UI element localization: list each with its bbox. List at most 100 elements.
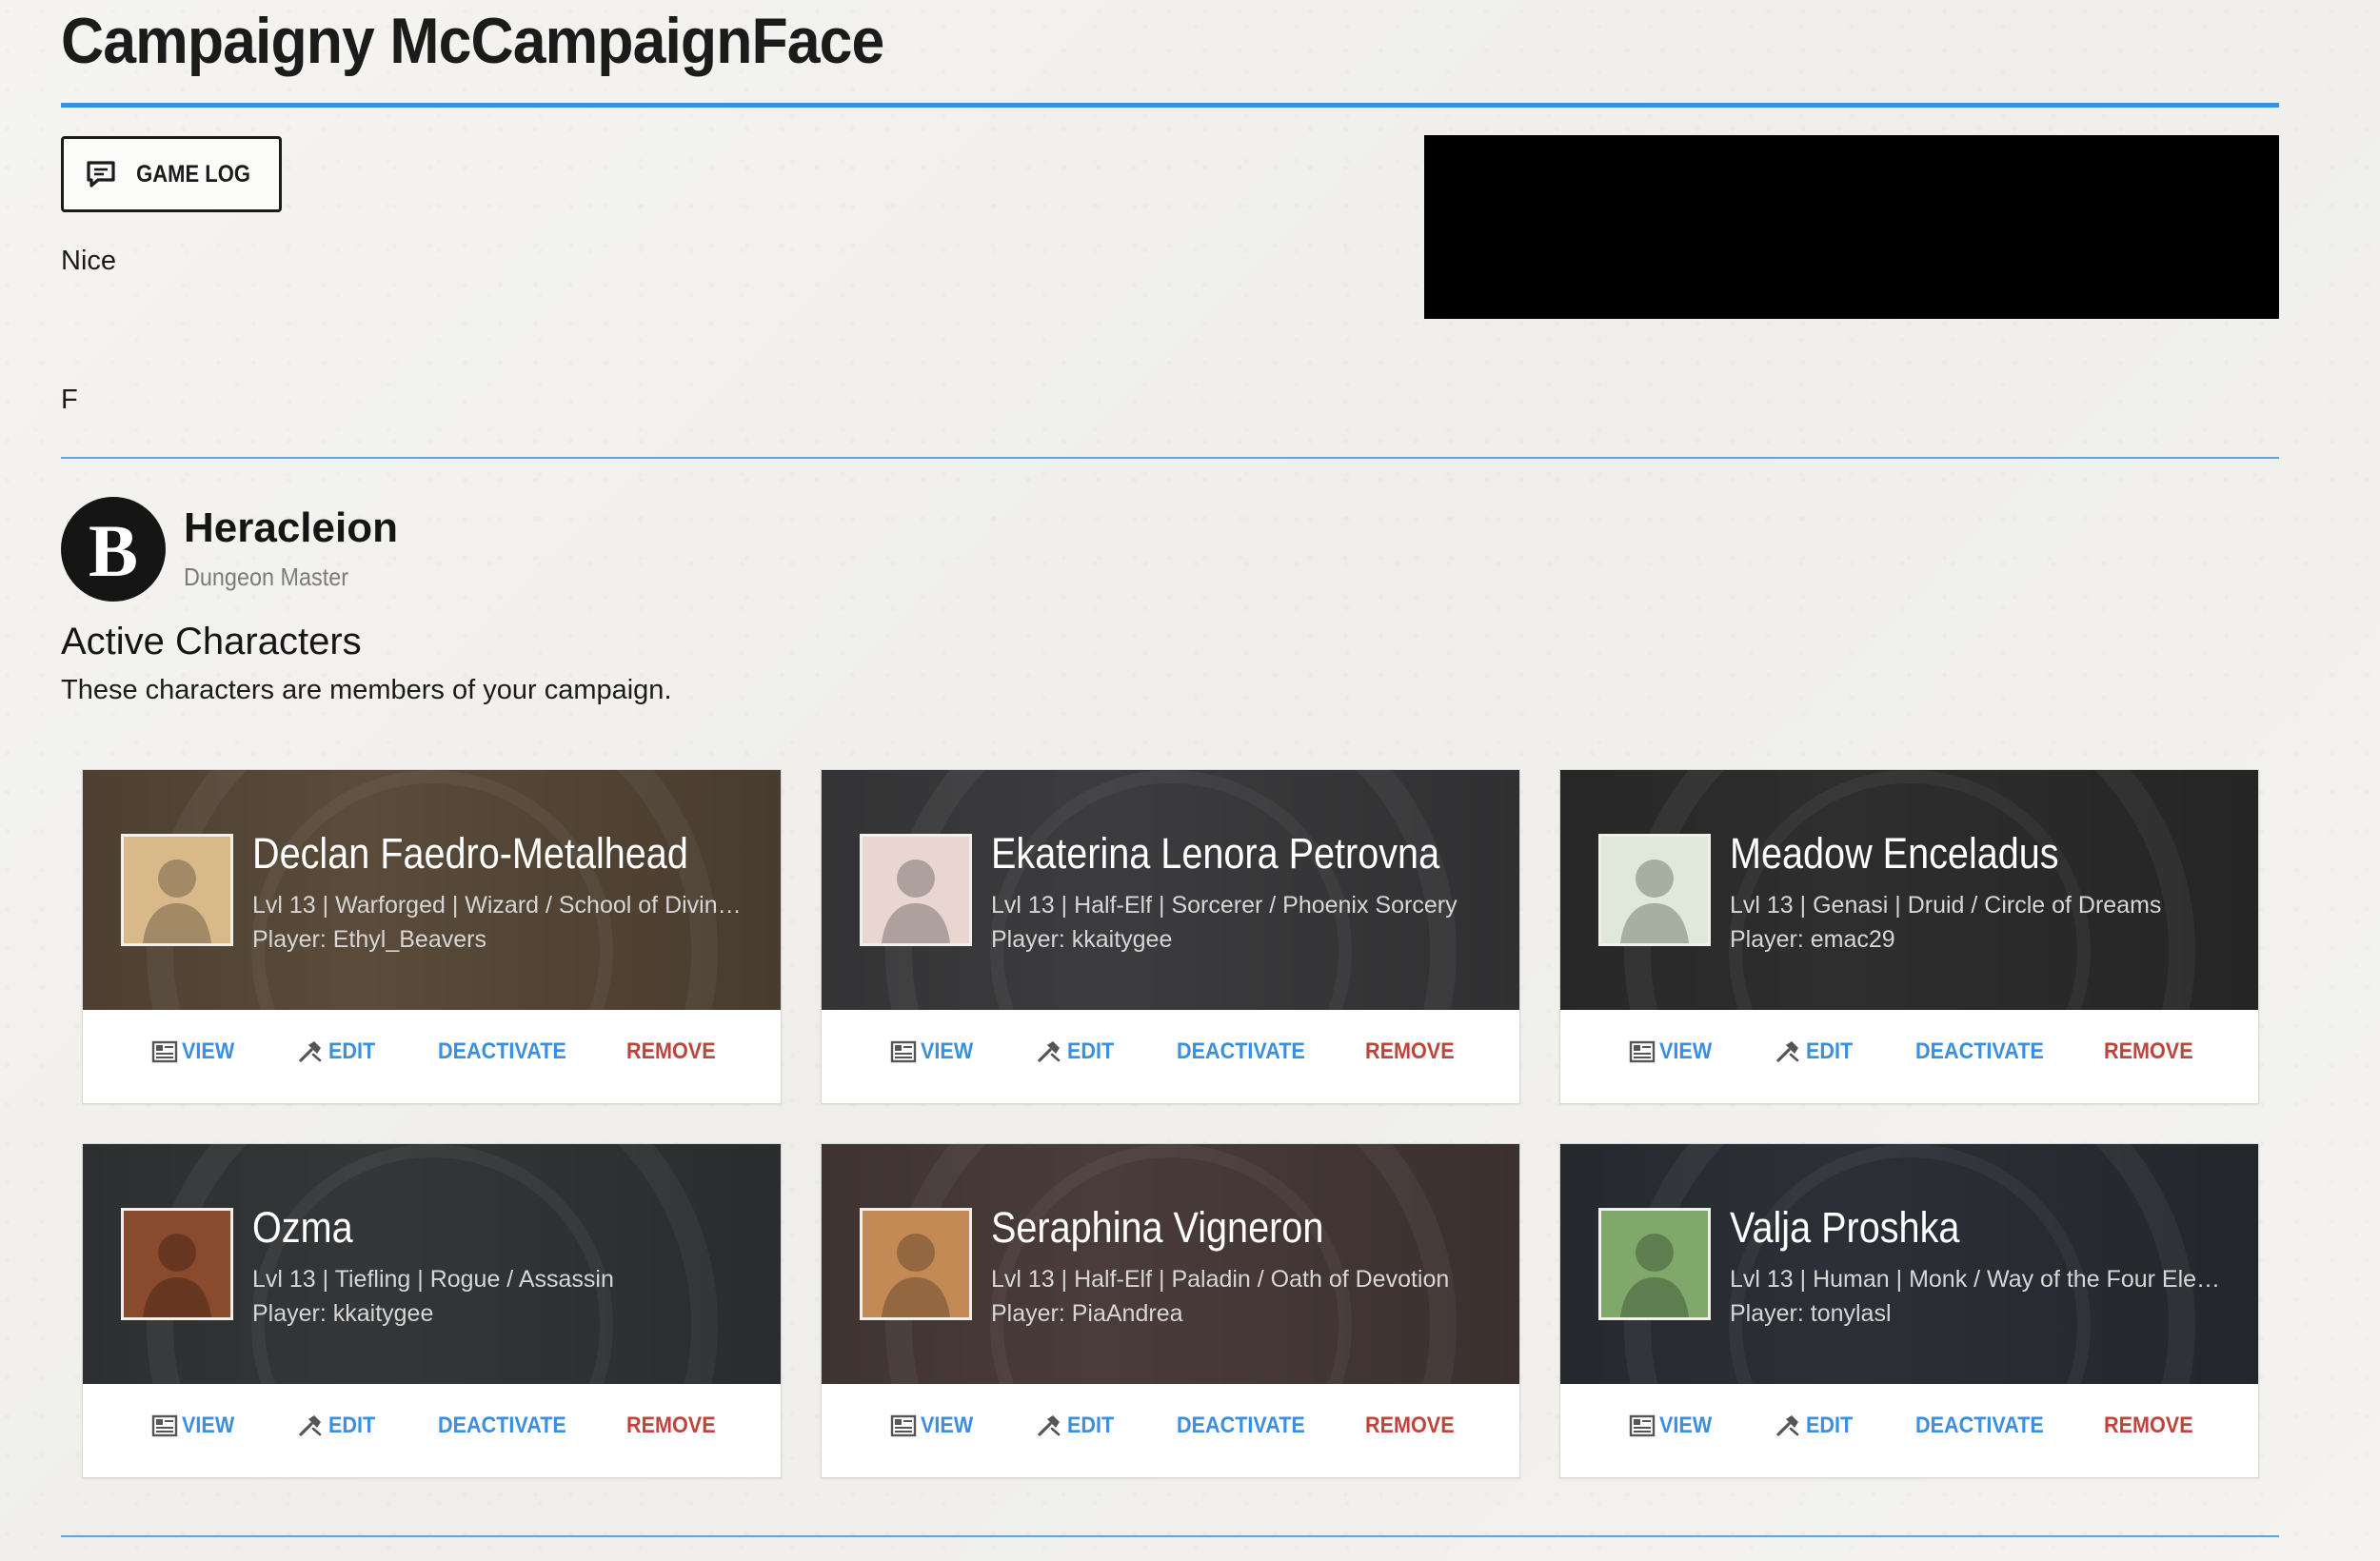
character-portrait[interactable] [860, 1208, 972, 1320]
edit-button[interactable]: EDIT [1037, 1038, 1120, 1065]
deactivate-button[interactable]: DEACTIVATE [438, 1038, 581, 1065]
character-player: Player: kkaitygee [252, 1300, 434, 1327]
deactivate-label: DEACTIVATE [1177, 1413, 1305, 1438]
view-button[interactable]: VIEW [1629, 1413, 1717, 1439]
dm-name: Heracleion [184, 504, 398, 551]
character-summary: Lvl 13 | Half-Elf | Sorcerer / Phoenix S… [991, 892, 1458, 919]
edit-button[interactable]: EDIT [298, 1038, 381, 1065]
remove-button[interactable]: REMOVE [626, 1038, 725, 1065]
character-card-header[interactable]: Valja Proshka Lvl 13 | Human | Monk / Way… [1560, 1144, 2258, 1384]
deactivate-button[interactable]: DEACTIVATE [1915, 1038, 2058, 1065]
remove-label: REMOVE [2104, 1413, 2193, 1438]
character-summary: Lvl 13 | Warforged | Wizard / School of … [252, 892, 747, 919]
character-card-header[interactable]: Ozma Lvl 13 | Tiefling | Rogue / Assassin… [83, 1144, 781, 1384]
edit-hammer-icon [1776, 1041, 1799, 1062]
deactivate-label: DEACTIVATE [1915, 1038, 2044, 1064]
character-card: Meadow Enceladus Lvl 13 | Genasi | Druid … [1559, 769, 2259, 1104]
edit-label: EDIT [1067, 1038, 1115, 1064]
sheet-icon [890, 1414, 917, 1437]
view-label: VIEW [182, 1413, 235, 1438]
character-name[interactable]: Ozma [252, 1203, 353, 1253]
edit-button[interactable]: EDIT [1775, 1038, 1858, 1065]
view-button[interactable]: VIEW [890, 1413, 979, 1439]
character-card: Valja Proshka Lvl 13 | Human | Monk / Way… [1559, 1143, 2259, 1478]
game-log-label: GAME LOG [136, 160, 250, 188]
portrait-image [124, 1211, 230, 1317]
sheet-icon [1629, 1040, 1656, 1063]
character-summary: Lvl 13 | Half-Elf | Paladin / Oath of De… [991, 1266, 1450, 1293]
character-player: Player: PiaAndrea [991, 1300, 1183, 1327]
character-card-actions: VIEW EDIT DEACTIVATE REMOVE [822, 1010, 1519, 1105]
deactivate-button[interactable]: DEACTIVATE [438, 1413, 581, 1439]
view-button[interactable]: VIEW [1629, 1038, 1717, 1065]
section-divider [61, 457, 2279, 459]
character-card-header[interactable]: Seraphina Vigneron Lvl 13 | Half-Elf | Pa… [822, 1144, 1519, 1384]
view-button[interactable]: VIEW [890, 1038, 979, 1065]
character-name[interactable]: Seraphina Vigneron [991, 1203, 1323, 1253]
view-label: VIEW [921, 1413, 974, 1438]
character-portrait[interactable] [860, 834, 972, 946]
character-card-header[interactable]: Declan Faedro-Metalhead Lvl 13 | Warforge… [83, 770, 781, 1010]
edit-hammer-icon [1038, 1415, 1061, 1436]
remove-button[interactable]: REMOVE [1365, 1413, 1464, 1439]
deactivate-label: DEACTIVATE [1915, 1413, 2044, 1438]
character-player: Player: kkaitygee [991, 926, 1173, 953]
title-divider [61, 103, 2279, 108]
game-log-button[interactable]: GAME LOG [61, 136, 282, 212]
remove-button[interactable]: REMOVE [2104, 1413, 2203, 1439]
edit-hammer-icon [299, 1415, 322, 1436]
character-name[interactable]: Meadow Enceladus [1730, 829, 2059, 879]
remove-label: REMOVE [1365, 1413, 1455, 1438]
edit-label: EDIT [1067, 1413, 1115, 1438]
character-name[interactable]: Valja Proshka [1730, 1203, 1959, 1253]
deactivate-button[interactable]: DEACTIVATE [1177, 1413, 1319, 1439]
section-divider [61, 1535, 2279, 1537]
character-card: Seraphina Vigneron Lvl 13 | Half-Elf | Pa… [821, 1143, 1520, 1478]
character-portrait[interactable] [121, 1208, 233, 1320]
edit-button[interactable]: EDIT [1775, 1413, 1858, 1439]
character-card-actions: VIEW EDIT DEACTIVATE REMOVE [1560, 1010, 2258, 1105]
campaign-description-line: Nice [61, 246, 117, 276]
edit-button[interactable]: EDIT [1037, 1413, 1120, 1439]
remove-label: REMOVE [1365, 1038, 1455, 1064]
campaign-title: Campaigny McCampaignFace [61, 5, 884, 77]
character-card-actions: VIEW EDIT DEACTIVATE REMOVE [822, 1384, 1519, 1479]
view-label: VIEW [1659, 1413, 1713, 1438]
remove-button[interactable]: REMOVE [2104, 1038, 2203, 1065]
edit-label: EDIT [328, 1038, 376, 1064]
character-card-actions: VIEW EDIT DEACTIVATE REMOVE [1560, 1384, 2258, 1479]
remove-label: REMOVE [626, 1038, 716, 1064]
deactivate-button[interactable]: DEACTIVATE [1177, 1038, 1319, 1065]
edit-label: EDIT [1806, 1413, 1854, 1438]
character-portrait[interactable] [121, 834, 233, 946]
view-label: VIEW [1659, 1038, 1713, 1064]
edit-button[interactable]: EDIT [298, 1413, 381, 1439]
character-card-header[interactable]: Ekaterina Lenora Petrovna Lvl 13 | Half-E… [822, 770, 1519, 1010]
remove-button[interactable]: REMOVE [1365, 1038, 1464, 1065]
character-card-actions: VIEW EDIT DEACTIVATE REMOVE [83, 1010, 781, 1105]
character-portrait[interactable] [1598, 1208, 1711, 1320]
campaign-description-line: F [61, 385, 78, 415]
portrait-image [863, 1211, 969, 1317]
sheet-icon [890, 1040, 917, 1063]
deactivate-label: DEACTIVATE [438, 1038, 566, 1064]
edit-label: EDIT [1806, 1038, 1854, 1064]
remove-label: REMOVE [626, 1413, 716, 1438]
character-summary: Lvl 13 | Tiefling | Rogue / Assassin [252, 1266, 614, 1293]
view-button[interactable]: VIEW [151, 1038, 240, 1065]
character-summary: Lvl 13 | Genasi | Druid / Circle of Drea… [1730, 892, 2162, 919]
view-label: VIEW [921, 1038, 974, 1064]
view-label: VIEW [182, 1038, 235, 1064]
character-card-header[interactable]: Meadow Enceladus Lvl 13 | Genasi | Druid … [1560, 770, 2258, 1010]
character-name[interactable]: Ekaterina Lenora Petrovna [991, 829, 1439, 879]
character-name[interactable]: Declan Faedro-Metalhead [252, 829, 688, 879]
character-portrait[interactable] [1598, 834, 1711, 946]
view-button[interactable]: VIEW [151, 1413, 240, 1439]
edit-hammer-icon [1776, 1415, 1799, 1436]
deactivate-button[interactable]: DEACTIVATE [1915, 1413, 2058, 1439]
portrait-image [863, 837, 969, 943]
remove-button[interactable]: REMOVE [626, 1413, 725, 1439]
edit-hammer-icon [1038, 1041, 1061, 1062]
edit-label: EDIT [328, 1413, 376, 1438]
dm-avatar: B [61, 497, 166, 602]
